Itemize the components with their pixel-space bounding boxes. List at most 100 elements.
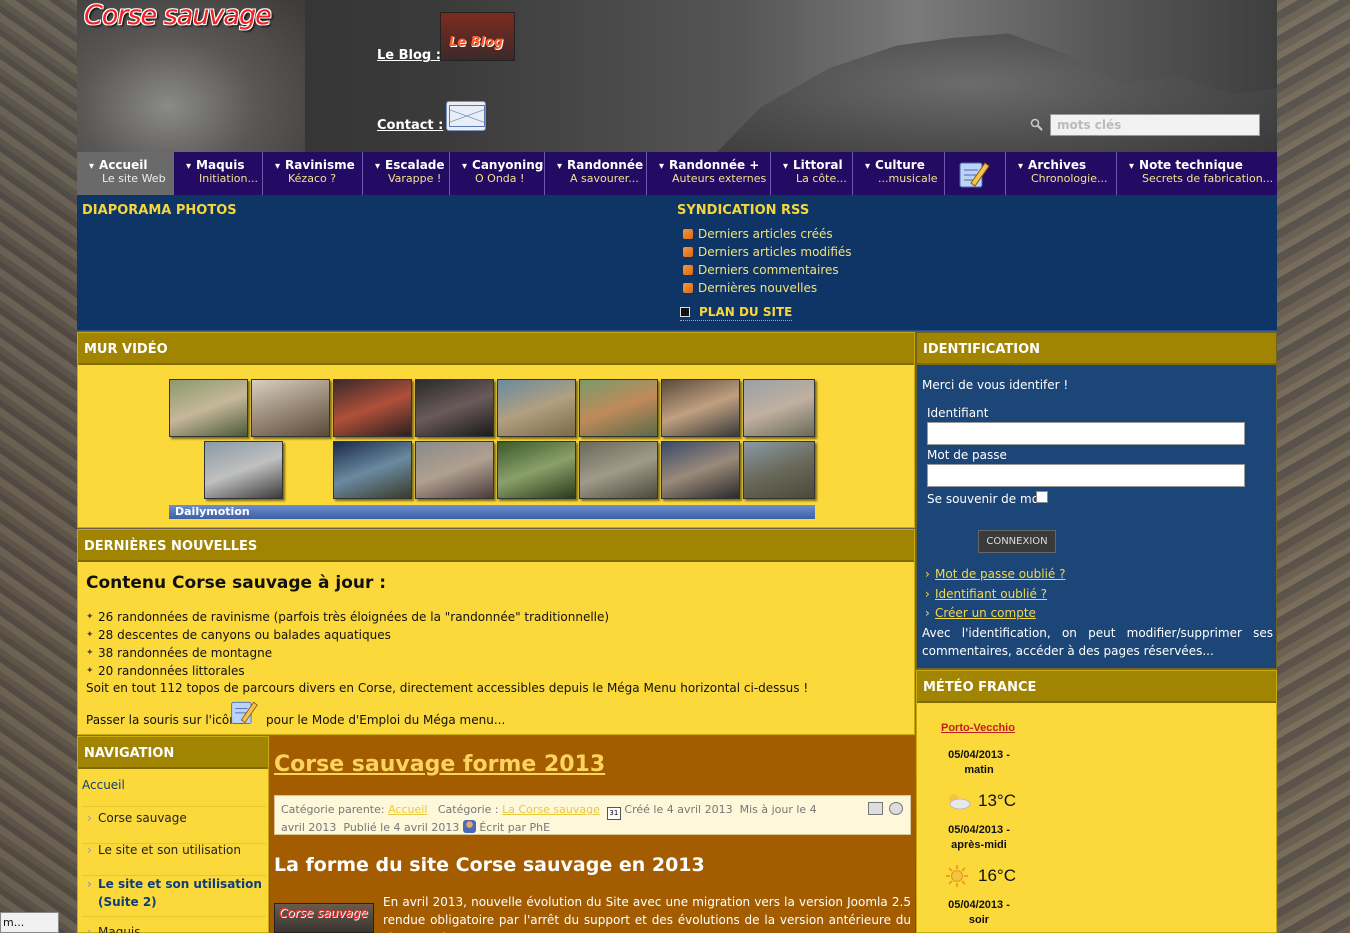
video-thumb[interactable] [661, 379, 740, 437]
nav-item-culture[interactable]: Culture...musicale [853, 152, 945, 195]
video-thumb[interactable] [415, 441, 494, 499]
rss-icon [683, 265, 693, 275]
news-hint-before: Passer la souris sur l'icône [86, 713, 245, 727]
nav-link-maquis[interactable]: Maquis [82, 925, 266, 933]
notepad-pencil-icon [959, 162, 990, 188]
print-icon[interactable] [868, 802, 883, 815]
weather-temp: 13°C [978, 791, 1016, 810]
video-thumb[interactable] [251, 379, 330, 437]
nav-item-littoral[interactable]: LittoralLa côte... [771, 152, 853, 195]
article-heading: La forme du site Corse sauvage en 2013 [274, 854, 705, 876]
partly-cloudy-icon [949, 794, 971, 810]
video-thumb[interactable] [415, 379, 494, 437]
rss-title: SYNDICATION RSS [677, 203, 810, 218]
list-item: 26 randonnées de ravinisme (parfois très… [86, 608, 609, 626]
nav-item-randonnee[interactable]: RandonnéeA savourer... [545, 152, 647, 195]
video-thumb[interactable] [497, 441, 576, 499]
video-thumb[interactable] [169, 379, 248, 437]
nav-edit-help[interactable] [945, 152, 1006, 195]
contact-link[interactable]: Contact : [377, 118, 443, 133]
remember-checkbox[interactable] [1036, 491, 1048, 503]
parent-category-link[interactable]: Accueil [388, 803, 427, 816]
rss-item[interactable]: Derniers articles modifiés [683, 243, 852, 261]
list-item: 38 randonnées de montagne [86, 644, 609, 662]
login-info-text: Avec l'identification, on peut modifier/… [922, 626, 1273, 658]
navigation-box: NAVIGATION Accueil Corse sauvage Le site… [77, 736, 269, 933]
search-icon [1030, 118, 1043, 131]
login-box: IDENTIFICATION Merci de vous identifer !… [916, 332, 1277, 669]
article-info: Catégorie parente: Accueil Catégorie : L… [274, 795, 911, 835]
page-wrapper: Corse sauvage Le Blog : Le Blog Contact … [77, 0, 1277, 933]
status-bar: m... [0, 912, 59, 933]
email-icon[interactable] [889, 802, 903, 815]
category-link[interactable]: La Corse sauvage [502, 803, 600, 816]
mega-menu: AccueilLe site Web MaquisInitiation... R… [77, 152, 1277, 195]
weather-period: soir [968, 914, 990, 926]
rss-item[interactable]: Derniers commentaires [683, 261, 852, 279]
rss-item[interactable]: Derniers articles créés [683, 225, 852, 243]
article: Corse sauvage forme 2013 Catégorie paren… [270, 736, 915, 933]
weather-city-link[interactable]: Porto-Vecchio [941, 722, 1015, 734]
nav-item-maquis[interactable]: MaquisInitiation... [174, 152, 263, 195]
weather-date: 05/04/2013 - [948, 749, 1010, 761]
diaporama-title: DIAPORAMA PHOTOS [82, 203, 237, 218]
video-wall-title: MUR VIDÉO [78, 333, 914, 365]
weather-title: MÉTÉO FRANCE [917, 671, 1276, 703]
news-hint-after: pour le Mode d'Emploi du Méga menu... [266, 713, 506, 727]
video-thumb[interactable] [204, 441, 283, 499]
background-right [1277, 0, 1350, 933]
list-item: 20 randonnées littorales [86, 662, 609, 680]
nav-item-ravinisme[interactable]: RavinismeKézaco ? [263, 152, 363, 195]
article-title[interactable]: Corse sauvage forme 2013 [274, 752, 605, 777]
nav-link-corse-sauvage[interactable]: Corse sauvage [82, 811, 266, 844]
nav-item-accueil[interactable]: AccueilLe site Web [77, 152, 174, 195]
video-thumb[interactable] [333, 379, 412, 437]
search-input[interactable]: mots clés [1050, 114, 1260, 136]
video-thumb[interactable] [661, 441, 740, 499]
nav-item-escalade[interactable]: EscaladeVarappe ! [363, 152, 450, 195]
site-map-link[interactable]: PLAN DU SITE [680, 305, 793, 321]
dailymotion-brand[interactable]: Dailymotion [169, 505, 815, 519]
create-account-link[interactable]: Créer un compte [925, 606, 1036, 620]
video-thumb[interactable] [743, 441, 815, 499]
blog-image-text: Le Blog [449, 35, 504, 50]
login-title: IDENTIFICATION [917, 333, 1276, 365]
nav-link-site-utilisation-suite-2[interactable]: Le site et son utilisation (Suite 2) [82, 875, 266, 917]
blog-image[interactable]: Le Blog [440, 12, 515, 61]
forgot-username-link[interactable]: Identifiant oublié ? [925, 587, 1047, 601]
blog-link[interactable]: Le Blog : [377, 48, 441, 63]
rss-icon [683, 247, 693, 257]
video-thumb[interactable] [497, 379, 576, 437]
nav-link-accueil[interactable]: Accueil [82, 778, 266, 807]
notepad-pencil-icon[interactable] [229, 697, 259, 727]
weather-date: 05/04/2013 - [948, 824, 1010, 836]
video-thumb[interactable] [579, 379, 658, 437]
rss-item[interactable]: Dernières nouvelles [683, 279, 852, 297]
top-panel: DIAPORAMA PHOTOS SYNDICATION RSS Dernier… [77, 195, 1277, 331]
rss-list: Derniers articles créés Derniers article… [683, 225, 852, 297]
weather-period: matin [964, 764, 994, 776]
nav-item-note-technique[interactable]: Note techniqueSecrets de fabrication... [1117, 152, 1276, 195]
nav-item-archives[interactable]: ArchivesChronologie... [1006, 152, 1117, 195]
nav-item-canyoning[interactable]: CanyoningO Onda ! [450, 152, 545, 195]
news-title: DERNIÈRES NOUVELLES [78, 530, 914, 562]
video-thumb[interactable] [333, 441, 412, 499]
site-logo[interactable]: Corse sauvage [84, 0, 272, 31]
latest-news: DERNIÈRES NOUVELLES Contenu Corse sauvag… [77, 529, 915, 735]
video-thumb[interactable] [579, 441, 658, 499]
username-label: Identifiant [927, 406, 989, 420]
sun-icon [946, 865, 968, 887]
nav-item-randonnee-plus[interactable]: Randonnée +Auteurs externes [647, 152, 771, 195]
news-list: 26 randonnées de ravinisme (parfois très… [86, 608, 609, 680]
weather-box: MÉTÉO FRANCE Porto-Vecchio 05/04/2013 - … [916, 670, 1277, 933]
video-thumb[interactable] [743, 379, 815, 437]
login-button[interactable]: CONNEXION [978, 530, 1056, 553]
login-intro: Merci de vous identifer ! [922, 378, 1069, 392]
remember-label: Se souvenir de moi [927, 492, 1043, 506]
password-input[interactable] [927, 464, 1245, 487]
weather-date: 05/04/2013 - [948, 899, 1010, 911]
nav-link-site-utilisation[interactable]: Le site et son utilisation [82, 843, 266, 876]
forgot-password-link[interactable]: Mot de passe oublié ? [925, 567, 1066, 581]
username-input[interactable] [927, 422, 1245, 445]
mail-icon[interactable] [446, 101, 486, 131]
